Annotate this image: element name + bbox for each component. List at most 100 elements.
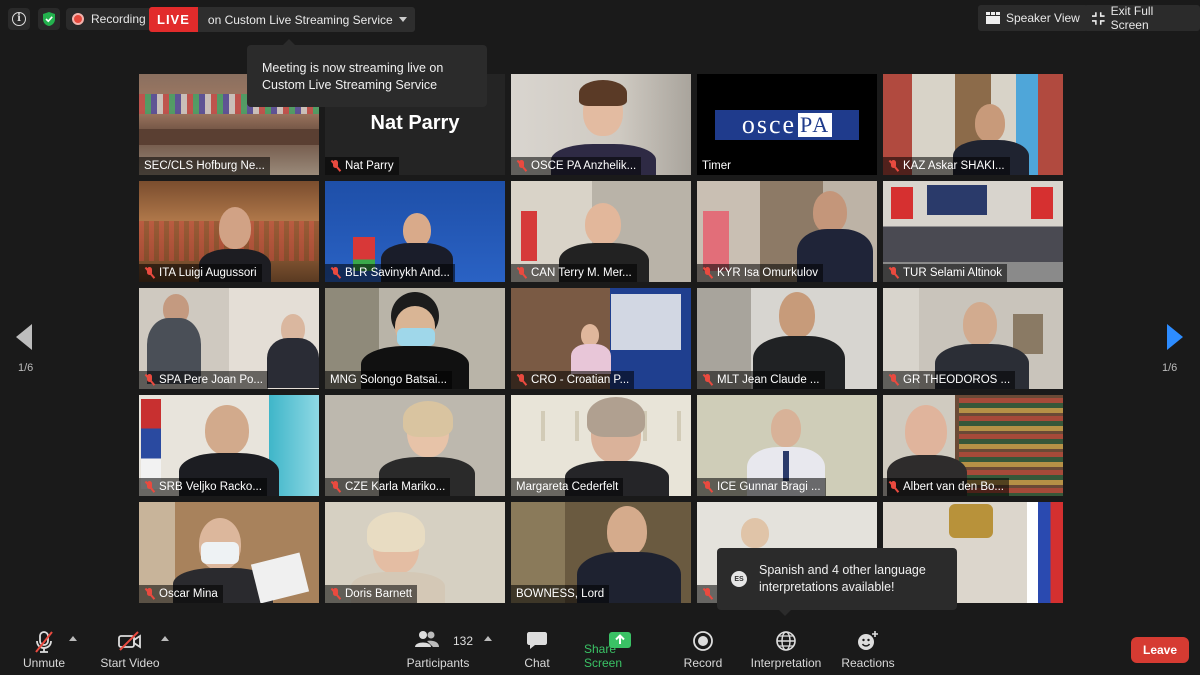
record-label: Record — [683, 656, 723, 670]
chevron-down-icon — [398, 17, 407, 22]
participant-nameplate: ITA Luigi Augussori — [139, 264, 262, 282]
participant-tile[interactable]: BLR Savinykh And... — [325, 181, 505, 282]
muted-mic-icon — [702, 481, 713, 493]
participant-tile[interactable]: KAZ Askar SHAKI... — [883, 74, 1063, 175]
muted-mic-icon — [888, 160, 899, 172]
participant-tile[interactable]: TUR Selami Altinok — [883, 181, 1063, 282]
participant-name-display: Nat Parry — [370, 112, 460, 134]
participant-tile-active-speaker[interactable]: Margareta Cederfelt — [511, 395, 691, 496]
muted-mic-icon — [516, 160, 527, 172]
muted-mic-icon — [330, 267, 341, 279]
participants-button[interactable]: Participants — [405, 622, 471, 675]
start-video-label: Start Video — [100, 656, 160, 670]
start-video-button[interactable]: Start Video — [98, 622, 162, 675]
muted-mic-icon — [888, 374, 899, 386]
muted-mic-icon — [330, 588, 341, 600]
participant-nameplate: KAZ Askar SHAKI... — [883, 157, 1010, 175]
interpretation-button[interactable]: Interpretation — [746, 622, 826, 675]
participant-tile[interactable]: CZE Karla Mariko... — [325, 395, 505, 496]
participants-count: 132 — [453, 634, 474, 648]
participant-nameplate: MNG Solongo Batsai... — [325, 371, 452, 389]
recording-dot-icon — [72, 13, 84, 25]
participant-tile[interactable]: MNG Solongo Batsai... — [325, 288, 505, 389]
muted-mic-icon — [702, 374, 713, 386]
participant-nameplate: Timer — [697, 157, 736, 175]
participant-tile[interactable]: Oscar Mina — [139, 502, 319, 603]
previous-page-arrow-icon[interactable] — [16, 324, 32, 350]
live-stream-tooltip: Meeting is now streaming live on Custom … — [247, 39, 487, 107]
interpretation-label: Interpretation — [750, 656, 822, 670]
participant-nameplate: Nat Parry — [325, 157, 399, 175]
participant-tile[interactable]: BOWNESS, Lord — [511, 502, 691, 603]
muted-mic-icon — [516, 374, 527, 386]
muted-mic-icon — [144, 374, 155, 386]
participant-nameplate: ICE Gunnar Bragi ... — [697, 478, 826, 496]
language-badge-icon: ES — [731, 571, 747, 587]
live-badge: LIVE — [149, 7, 198, 32]
participant-tile[interactable]: KYR Isa Omurkulov — [697, 181, 877, 282]
live-stream-dropdown[interactable]: LIVE on Custom Live Streaming Service — [149, 7, 415, 32]
participants-options-chevron-icon[interactable] — [484, 636, 492, 641]
participant-nameplate: MLT Jean Claude ... — [697, 371, 825, 389]
recording-label: Recording — [91, 12, 146, 26]
interpretation-notification: ES Spanish and 4 other language interpre… — [717, 548, 957, 616]
participants-label: Participants — [406, 656, 470, 670]
participant-nameplate: BLR Savinykh And... — [325, 264, 455, 282]
participant-nameplate: Oscar Mina — [139, 585, 223, 603]
page-indicator-right: 1/6 — [1162, 362, 1178, 374]
chat-button[interactable]: Chat — [516, 622, 558, 675]
participant-nameplate: GR THEODOROS ... — [883, 371, 1016, 389]
next-page-arrow-icon[interactable] — [1167, 324, 1183, 350]
participant-tile[interactable]: CAN Terry M. Mer... — [511, 181, 691, 282]
record-button[interactable]: Record — [680, 622, 726, 675]
participant-tile[interactable]: SRB Veljko Racko... — [139, 395, 319, 496]
audio-options-chevron-icon[interactable] — [69, 636, 77, 641]
participant-tile[interactable]: SPA Pere Joan Po... — [139, 288, 319, 389]
page-indicator-left: 1/6 — [18, 362, 34, 374]
speaker-view-icon — [986, 12, 1000, 24]
muted-mic-icon — [330, 160, 341, 172]
participant-nameplate: SEC/CLS Hofburg Ne... — [139, 157, 270, 175]
meeting-toolbar: Unmute Start Video Participants 132 Chat… — [0, 622, 1200, 675]
meeting-info-icon[interactable]: i — [8, 8, 30, 30]
muted-mic-icon — [330, 481, 341, 493]
participant-tile[interactable]: osce PA Timer — [697, 74, 877, 175]
chat-bubble-icon — [527, 632, 547, 649]
participant-nameplate: SPA Pere Joan Po... — [139, 371, 268, 389]
unmute-label: Unmute — [22, 656, 66, 670]
muted-mic-icon — [516, 267, 527, 279]
interpretation-notification-text: Spanish and 4 other language interpretat… — [759, 563, 926, 594]
participant-tile[interactable]: OSCE PA Anzhelik... — [511, 74, 691, 175]
muted-microphone-icon — [35, 631, 53, 653]
share-screen-icon — [609, 632, 631, 648]
muted-mic-icon — [888, 481, 899, 493]
participant-tile[interactable]: ITA Luigi Augussori — [139, 181, 319, 282]
share-screen-button[interactable]: Share Screen — [584, 622, 656, 675]
gallery-grid: SEC/CLS Hofburg Ne... Nat Parry Nat Parr… — [139, 74, 1063, 603]
meeting-topbar: i Recording LIVE on Custom Live Streamin… — [0, 0, 1200, 40]
osce-pa-logo: osce PA — [715, 110, 859, 140]
unmute-button[interactable]: Unmute — [16, 622, 72, 675]
participant-nameplate: BOWNESS, Lord — [511, 585, 610, 603]
chat-label: Chat — [524, 656, 550, 670]
participant-nameplate: TUR Selami Altinok — [883, 264, 1008, 282]
video-options-chevron-icon[interactable] — [161, 636, 169, 641]
exit-fullscreen-label: Exit Full Screen — [1110, 4, 1154, 32]
live-service-label: on Custom Live Streaming Service — [207, 12, 393, 27]
speaker-view-button[interactable]: Speaker View — [978, 5, 1088, 31]
participant-tile[interactable]: CRO - Croatian P... — [511, 288, 691, 389]
participant-tile[interactable]: Albert van den Bo... — [883, 395, 1063, 496]
muted-mic-icon — [144, 588, 155, 600]
leave-meeting-button[interactable]: Leave — [1131, 637, 1189, 663]
participant-tile[interactable]: GR THEODOROS ... — [883, 288, 1063, 389]
participant-tile[interactable]: ICE Gunnar Bragi ... — [697, 395, 877, 496]
exit-fullscreen-button[interactable]: Exit Full Screen — [1084, 4, 1200, 32]
participant-tile[interactable]: MLT Jean Claude ... — [697, 288, 877, 389]
security-shield-icon[interactable] — [38, 8, 60, 30]
muted-mic-icon — [888, 267, 899, 279]
muted-mic-icon — [702, 267, 713, 279]
recording-indicator[interactable]: Recording — [66, 8, 152, 30]
participant-nameplate: OSCE PA Anzhelik... — [511, 157, 642, 175]
reactions-button[interactable]: Reactions — [840, 622, 896, 675]
participant-tile[interactable]: Doris Barnett — [325, 502, 505, 603]
